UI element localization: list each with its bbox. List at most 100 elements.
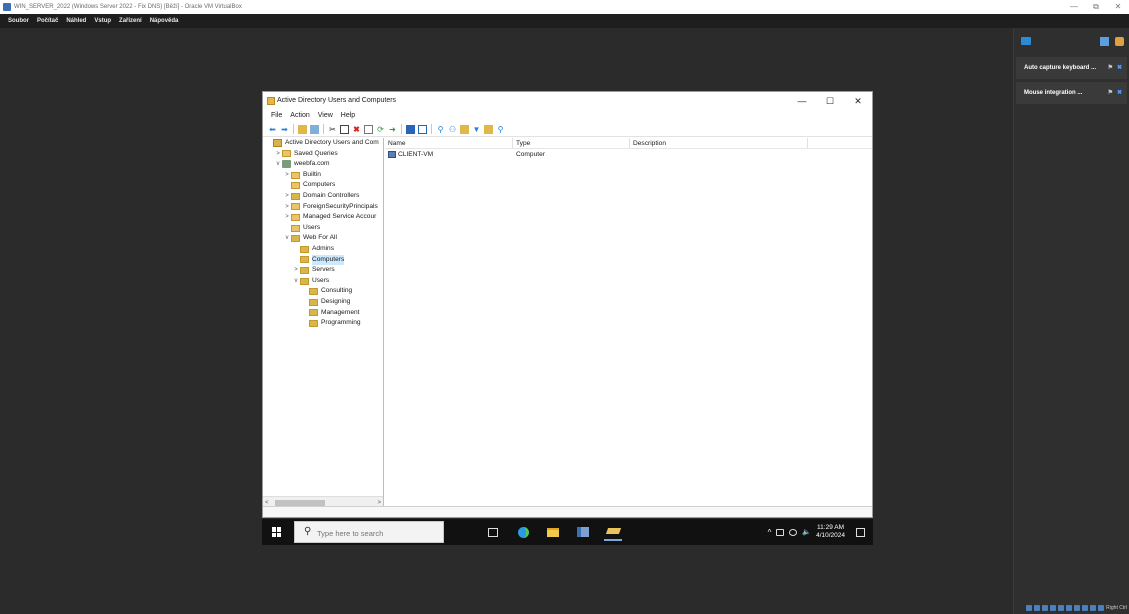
- settings-icon[interactable]: [1115, 37, 1124, 46]
- clock[interactable]: 11:29 AM 4/10/2024: [816, 524, 845, 540]
- host-restore-button[interactable]: ⧉: [1085, 0, 1107, 14]
- back-arrow-icon[interactable]: ⬅: [268, 125, 277, 134]
- console-tree[interactable]: Active Directory Users and Com > Saved Que…: [263, 138, 384, 508]
- host-menu-vstup[interactable]: Vstup: [90, 14, 115, 28]
- aduc-taskbar-button[interactable]: [604, 523, 622, 541]
- tree-item[interactable]: > Managed Service Accour: [263, 212, 383, 223]
- close-icon[interactable]: ✖: [1117, 57, 1122, 79]
- host-menu-soubor[interactable]: Soubor: [4, 14, 33, 28]
- aduc-maximize-button[interactable]: ☐: [816, 92, 844, 110]
- network-icon[interactable]: [789, 528, 798, 536]
- list-item[interactable]: CLIENT-VM Computer: [385, 149, 872, 160]
- menu-help[interactable]: Help: [337, 110, 359, 122]
- aduc-window[interactable]: Active Directory Users and Computers — ☐…: [262, 91, 873, 518]
- copy-icon[interactable]: [340, 124, 349, 134]
- aduc-minimize-button[interactable]: —: [788, 92, 816, 110]
- export-list-icon[interactable]: ➜: [388, 125, 397, 134]
- tree-item[interactable]: Computers: [263, 254, 383, 266]
- delete-icon[interactable]: ✖: [352, 125, 361, 134]
- host-menu-pocitac[interactable]: Počítač: [33, 14, 62, 28]
- task-view-button[interactable]: [484, 523, 502, 541]
- refresh-icon[interactable]: ⟳: [376, 125, 385, 134]
- pin-icon[interactable]: ⚑: [1108, 57, 1113, 79]
- details-pane[interactable]: Name Type Description CLIENT-VM Computer: [385, 138, 872, 508]
- collapse-chevron-icon[interactable]: v: [292, 276, 300, 287]
- tree-item[interactable]: > Domain Controllers: [263, 191, 383, 202]
- search-input[interactable]: [317, 526, 437, 540]
- menu-file[interactable]: File: [267, 110, 286, 122]
- add-to-group-icon[interactable]: [484, 124, 493, 134]
- file-explorer-button[interactable]: [544, 523, 562, 541]
- collapse-chevron-icon[interactable]: v: [274, 159, 282, 170]
- find-icon[interactable]: ⚲: [496, 125, 505, 134]
- menu-action[interactable]: Action: [286, 110, 313, 122]
- cpu-icon[interactable]: [1090, 605, 1097, 611]
- new-ou-icon[interactable]: [460, 124, 469, 134]
- audio-icon[interactable]: [1042, 605, 1049, 611]
- tree-item[interactable]: Active Directory Users and Com: [263, 138, 383, 149]
- aduc-close-button[interactable]: ✕: [844, 92, 872, 110]
- host-menu-napoveda[interactable]: Nápověda: [146, 14, 183, 28]
- new-user-icon[interactable]: ⚲: [436, 125, 445, 134]
- action-pane-icon[interactable]: [418, 124, 427, 134]
- notification-auto-capture[interactable]: Auto capture keyboard ... ⚑ ✖: [1016, 57, 1127, 79]
- tree-item[interactable]: Designing: [263, 297, 383, 308]
- expand-chevron-icon[interactable]: >: [283, 191, 291, 202]
- pause-icon[interactable]: [1100, 37, 1109, 46]
- host-menu-zarizeni[interactable]: Zařízení: [115, 14, 146, 28]
- new-group-icon[interactable]: ⚇: [448, 125, 457, 134]
- network-icon[interactable]: [1050, 605, 1057, 611]
- optical-icon[interactable]: [1034, 605, 1041, 611]
- show-hide-tree-icon[interactable]: [310, 124, 319, 134]
- hdd-icon[interactable]: [1026, 605, 1033, 611]
- host-menu-nahled[interactable]: Náhled: [62, 14, 90, 28]
- tree-item[interactable]: Admins: [263, 244, 383, 255]
- expand-chevron-icon[interactable]: >: [283, 170, 291, 181]
- tree-item[interactable]: Programming: [263, 318, 383, 329]
- usb-icon[interactable]: [1058, 605, 1065, 611]
- host-minimize-button[interactable]: —: [1063, 0, 1085, 14]
- help-icon[interactable]: [406, 124, 415, 134]
- up-folder-icon[interactable]: [298, 124, 307, 134]
- aduc-titlebar[interactable]: Active Directory Users and Computers — ☐…: [263, 92, 872, 110]
- cut-icon[interactable]: ✂: [328, 125, 337, 134]
- tree-item[interactable]: Computers: [263, 180, 383, 191]
- expand-chevron-icon[interactable]: >: [283, 212, 291, 223]
- edge-button[interactable]: [514, 523, 532, 541]
- tree-item[interactable]: v Web For All: [263, 233, 383, 244]
- recording-icon[interactable]: [1082, 605, 1089, 611]
- close-icon[interactable]: ✖: [1117, 82, 1122, 104]
- tree-item[interactable]: > Saved Queries: [263, 149, 383, 160]
- mouse-icon[interactable]: [1098, 605, 1105, 611]
- server-manager-button[interactable]: [574, 523, 592, 541]
- tree-item[interactable]: v Users: [263, 276, 383, 287]
- volume-icon[interactable]: 🔈: [802, 528, 811, 536]
- forward-arrow-icon[interactable]: ➡: [280, 125, 289, 134]
- properties-icon[interactable]: [364, 124, 373, 134]
- shared-folder-icon[interactable]: [1066, 605, 1073, 611]
- action-center-icon[interactable]: [856, 527, 865, 537]
- expand-chevron-icon[interactable]: >: [292, 265, 300, 276]
- windows-start-icon[interactable]: [272, 527, 282, 537]
- filter-icon[interactable]: ▼: [472, 125, 481, 134]
- tree-item[interactable]: Users: [263, 223, 383, 234]
- display-icon[interactable]: [1074, 605, 1081, 611]
- tree-item[interactable]: > ForeignSecurityPrincipals: [263, 202, 383, 213]
- expand-chevron-icon[interactable]: >: [274, 149, 282, 160]
- expand-chevron-icon[interactable]: >: [283, 202, 291, 213]
- column-header-name[interactable]: Name: [385, 138, 513, 148]
- column-header-description[interactable]: Description: [630, 138, 808, 148]
- collapse-chevron-icon[interactable]: v: [283, 233, 291, 244]
- column-header-type[interactable]: Type: [513, 138, 630, 148]
- battery-icon[interactable]: [776, 528, 785, 536]
- taskbar-search-box[interactable]: ⚲: [294, 521, 444, 543]
- notification-mouse-integration[interactable]: Mouse integration ... ⚑ ✖: [1016, 82, 1127, 104]
- show-hidden-icons-icon[interactable]: ^: [768, 528, 772, 537]
- tree-item[interactable]: v weebfa.com: [263, 159, 383, 170]
- pin-icon[interactable]: ⚑: [1108, 82, 1113, 104]
- tree-item[interactable]: Management: [263, 308, 383, 319]
- host-close-button[interactable]: ✕: [1107, 0, 1129, 14]
- tree-item[interactable]: > Builtin: [263, 170, 383, 181]
- tree-item[interactable]: Consulting: [263, 286, 383, 297]
- menu-view[interactable]: View: [314, 110, 337, 122]
